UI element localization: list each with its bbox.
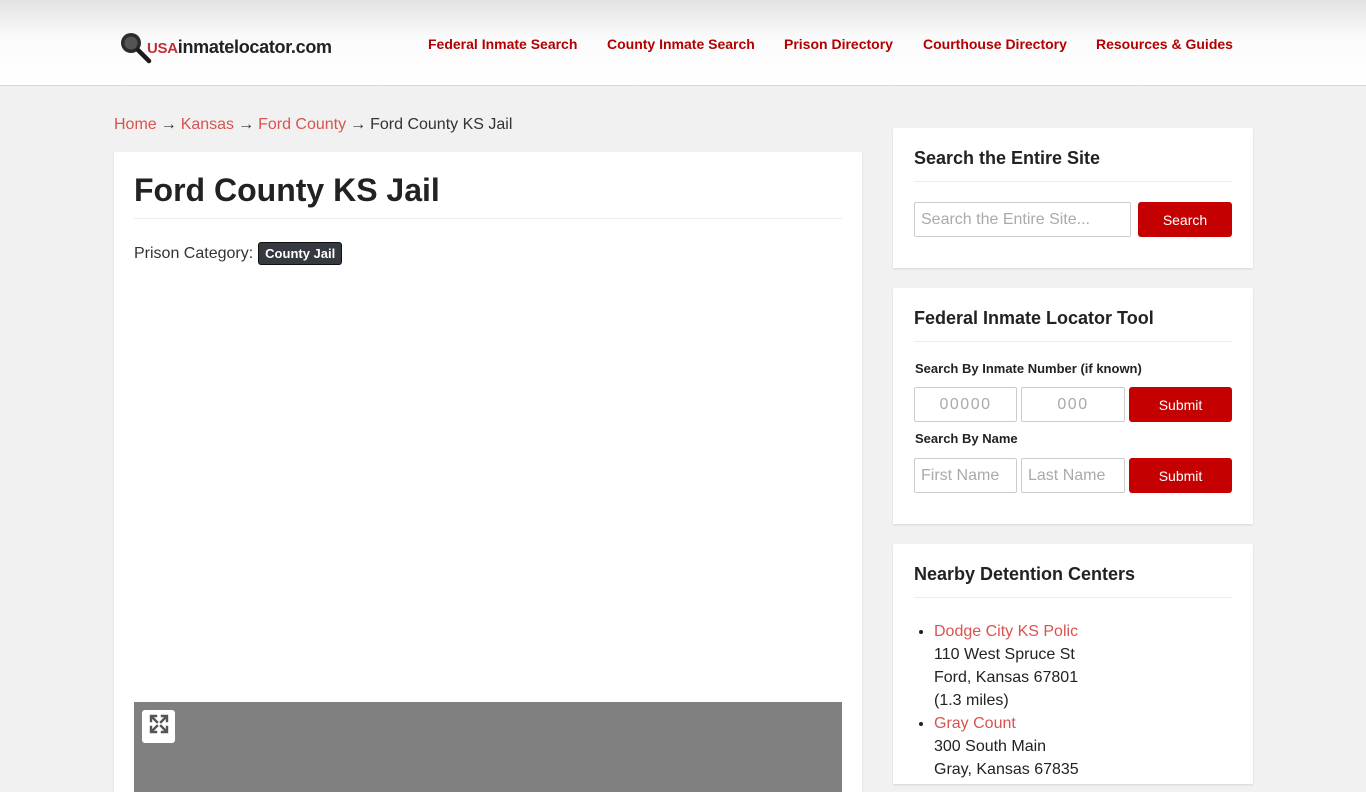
list-item: Gray Count 300 South Main Gray, Kansas 6… <box>934 712 1079 781</box>
site-search-button[interactable]: Search <box>1138 202 1232 237</box>
nearby-center-distance: (1.3 miles) <box>934 692 1009 709</box>
site-search-input[interactable] <box>914 202 1131 237</box>
fullscreen-icon <box>149 714 169 739</box>
inmate-number-field-2[interactable] <box>1021 387 1125 422</box>
nearby-center-address: 300 South Main <box>934 738 1047 755</box>
breadcrumb-separator: → <box>350 116 367 133</box>
main-nav: Federal Inmate Search County Inmate Sear… <box>0 36 1366 54</box>
category-label: Prison Category: <box>134 244 254 262</box>
site-search-widget: Search the Entire Site Search <box>893 128 1253 268</box>
page-title: Ford County KS Jail <box>134 172 440 208</box>
title-divider <box>134 218 842 219</box>
nearby-centers-list: Dodge City KS Polic 110 West Spruce St F… <box>934 620 1079 781</box>
breadcrumb: Home → Kansas → Ford County → Ford County KS J… <box>114 116 512 134</box>
inmate-number-label: Search By Inmate Number (if known) <box>915 361 1142 376</box>
nav-county-inmate-search[interactable]: County Inmate Search <box>607 36 755 52</box>
site-header: USAinmatelocator.com Federal Inmate Sear… <box>0 0 1366 86</box>
nav-courthouse-directory[interactable]: Courthouse Directory <box>923 36 1067 52</box>
inmate-number-submit-button[interactable]: Submit <box>1129 387 1232 422</box>
search-by-name-label: Search By Name <box>915 431 1018 446</box>
nav-prison-directory[interactable]: Prison Directory <box>784 36 893 52</box>
nav-federal-inmate-search[interactable]: Federal Inmate Search <box>428 36 577 52</box>
list-item: Dodge City KS Polic 110 West Spruce St F… <box>934 620 1079 712</box>
widget-divider <box>914 597 1232 598</box>
site-search-title: Search the Entire Site <box>914 148 1101 168</box>
name-search-submit-button[interactable]: Submit <box>1129 458 1232 493</box>
nav-resources-guides[interactable]: Resources & Guides <box>1096 36 1233 52</box>
federal-locator-widget: Federal Inmate Locator Tool Search By In… <box>893 288 1253 524</box>
first-name-field[interactable] <box>914 458 1017 493</box>
breadcrumb-kansas[interactable]: Kansas <box>181 116 234 133</box>
widget-divider <box>914 181 1232 182</box>
nearby-center-link[interactable]: Gray Count <box>934 715 1016 732</box>
breadcrumb-separator: → <box>160 116 177 133</box>
breadcrumb-separator: → <box>238 116 255 133</box>
category-badge[interactable]: County Jail <box>258 242 343 265</box>
nearby-centers-title: Nearby Detention Centers <box>914 564 1136 584</box>
breadcrumb-home[interactable]: Home <box>114 116 157 133</box>
breadcrumb-current: Ford County KS Jail <box>370 116 513 133</box>
nearby-center-link[interactable]: Dodge City KS Polic <box>934 623 1078 640</box>
fullscreen-button[interactable] <box>142 710 175 743</box>
inmate-number-field-1[interactable] <box>914 387 1017 422</box>
widget-divider <box>914 341 1232 342</box>
breadcrumb-ford-county[interactable]: Ford County <box>258 116 346 133</box>
nearby-center-city: Gray, Kansas 67835 <box>934 761 1079 778</box>
prison-category: Prison Category: County Jail <box>134 242 343 265</box>
nearby-centers-widget: Nearby Detention Centers Dodge City KS P… <box>893 544 1253 784</box>
main-content-card: Ford County KS Jail Prison Category: Cou… <box>114 152 862 792</box>
federal-locator-title: Federal Inmate Locator Tool <box>914 308 1154 328</box>
map-embed[interactable] <box>134 702 842 792</box>
last-name-field[interactable] <box>1021 458 1125 493</box>
nearby-center-address: 110 West Spruce St <box>934 646 1075 663</box>
nearby-center-city: Ford, Kansas 67801 <box>934 669 1079 686</box>
